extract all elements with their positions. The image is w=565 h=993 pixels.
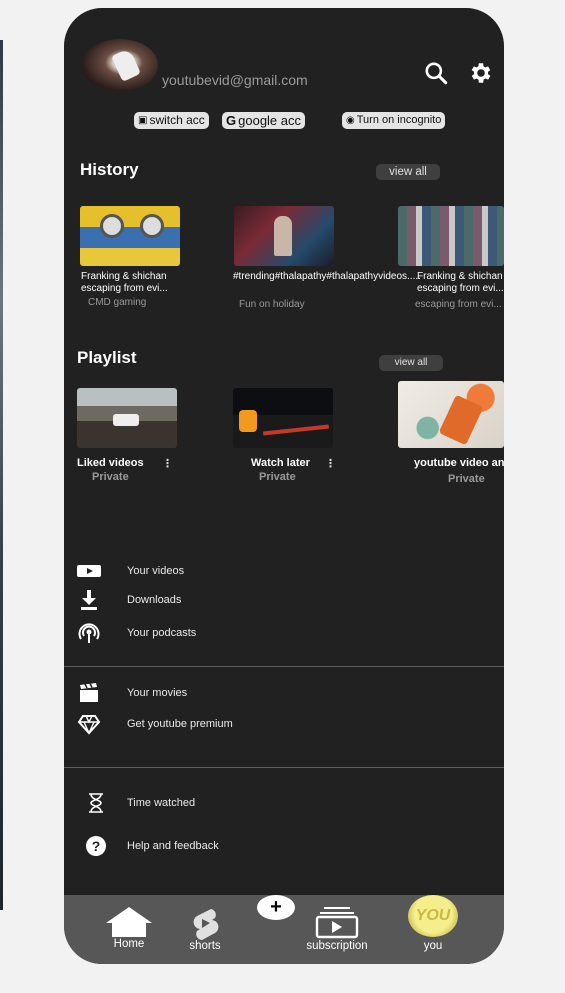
- switch-account-button[interactable]: ▣ switch acc: [134, 112, 209, 129]
- gear-icon[interactable]: [468, 60, 494, 86]
- history-thumbnail-2[interactable]: [234, 206, 334, 266]
- incognito-label: Turn on incognito: [356, 114, 442, 126]
- menu-label: Downloads: [127, 594, 182, 606]
- history-video-title-2[interactable]: #trending#thalapathy#thalapathyvideos...…: [233, 271, 421, 283]
- svg-text:?: ?: [92, 838, 101, 854]
- switch-account-label: switch acc: [149, 113, 205, 127]
- playlist-privacy-watch-later: Private: [259, 471, 296, 483]
- background-edge: [0, 40, 3, 910]
- playlist-privacy-liked: Private: [92, 471, 129, 483]
- menu-premium[interactable]: Get youtube premium: [64, 712, 504, 736]
- account-email: youtubevid@gmail.com: [162, 72, 308, 88]
- menu-label: Get youtube premium: [127, 718, 233, 730]
- nav-home-label: Home: [113, 938, 145, 950]
- help-icon: ?: [83, 834, 109, 858]
- playlist-thumbnail-watch-later[interactable]: [233, 388, 333, 448]
- nav-home[interactable]: Home: [104, 905, 154, 950]
- more-options-icon[interactable]: ⋮: [162, 457, 173, 470]
- incognito-button[interactable]: ◉ Turn on incognito: [342, 112, 446, 129]
- playlist-title-watch-later[interactable]: Watch later: [251, 457, 310, 469]
- nav-subscription-label: subscription: [306, 940, 368, 952]
- menu-label: Time watched: [127, 797, 196, 809]
- more-options-icon[interactable]: ⋮: [325, 457, 336, 470]
- history-channel-1: CMD gaming: [88, 297, 147, 308]
- hourglass-icon: [83, 791, 109, 815]
- subscriptions-icon: [315, 907, 359, 939]
- menu-label: Your videos: [127, 565, 185, 577]
- history-thumbnail-3[interactable]: [398, 206, 504, 266]
- google-account-label: google acc: [238, 113, 302, 128]
- menu-time-watched[interactable]: Time watched: [64, 791, 504, 815]
- playlist-title-liked[interactable]: Liked videos: [77, 457, 144, 469]
- menu-downloads[interactable]: Downloads: [64, 588, 504, 612]
- nav-shorts-label: shorts: [189, 940, 221, 952]
- nav-you-label: you: [423, 940, 443, 952]
- playlist-title: Playlist: [77, 348, 137, 367]
- nav-you[interactable]: you: [415, 940, 451, 952]
- google-icon: G: [226, 113, 237, 128]
- menu-help-feedback[interactable]: ? Help and feedback: [64, 834, 504, 858]
- menu-label: Your movies: [127, 687, 188, 699]
- google-account-button[interactable]: G google acc: [222, 112, 306, 129]
- profile-avatar[interactable]: [82, 39, 158, 91]
- menu-movies[interactable]: Your movies: [64, 681, 504, 705]
- menu-divider: [64, 666, 504, 667]
- menu-label: Your podcasts: [127, 627, 197, 639]
- menu-divider: [64, 767, 504, 768]
- podcast-icon: [76, 621, 102, 645]
- nav-subscription[interactable]: subscription: [302, 905, 372, 952]
- playlist-thumbnail-custom[interactable]: [398, 381, 504, 448]
- search-icon[interactable]: [423, 60, 449, 86]
- playlist-view-all-button[interactable]: view all: [379, 355, 443, 371]
- history-video-title-1[interactable]: Franking & shichan escaping from evi...: [81, 271, 181, 295]
- playlist-privacy-custom: Private: [448, 473, 485, 485]
- clapperboard-icon: [76, 681, 102, 705]
- switch-account-icon: ▣: [138, 115, 148, 126]
- you-avatar[interactable]: YOU: [408, 895, 458, 937]
- history-channel-2: Fun on holiday: [239, 299, 305, 310]
- nav-shorts[interactable]: shorts: [184, 907, 226, 952]
- play-icon: [76, 559, 102, 583]
- shorts-icon: [193, 909, 219, 940]
- create-button[interactable]: +: [257, 895, 295, 920]
- playlist-thumbnail-liked[interactable]: [77, 388, 177, 448]
- phone-screen: youtubevid@gmail.com ▣ switch acc G goog…: [64, 8, 504, 964]
- history-video-title-3-text: Franking & shichan escaping from evi...: [417, 271, 504, 294]
- menu-podcasts[interactable]: Your podcasts: [64, 621, 504, 645]
- menu-label: Help and feedback: [127, 840, 219, 852]
- history-video-title-3[interactable]: Franking & shichan escaping from evi...: [417, 271, 504, 295]
- incognito-icon: ◉: [346, 115, 355, 126]
- history-thumbnail-1[interactable]: [80, 206, 180, 266]
- history-channel-3: escaping from evi...: [415, 299, 502, 310]
- home-icon: [106, 907, 152, 937]
- bottom-navigation: Home shorts + subscription YOU you: [64, 895, 504, 964]
- download-icon: [76, 588, 102, 612]
- history-title: History: [80, 160, 139, 179]
- menu-your-videos[interactable]: Your videos: [64, 559, 504, 583]
- history-view-all-button[interactable]: view all: [376, 164, 440, 180]
- diamond-icon: [76, 712, 102, 736]
- playlist-title-custom[interactable]: youtube video and: [414, 457, 504, 469]
